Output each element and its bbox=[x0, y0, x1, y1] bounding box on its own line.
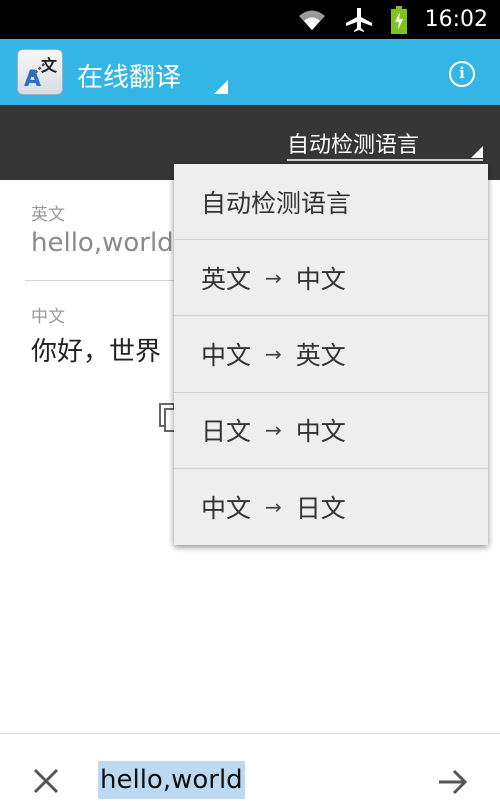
to-language: 中文 bbox=[295, 264, 346, 294]
dropdown-item-zh-en[interactable]: 中文 → 英文 bbox=[174, 316, 488, 393]
arrow-right-icon: → bbox=[265, 341, 282, 366]
clock: 16:02 bbox=[424, 7, 488, 32]
source-text: hello,world bbox=[31, 228, 174, 258]
from-language: 中文 bbox=[201, 340, 252, 370]
airplane-icon bbox=[345, 7, 372, 32]
info-icon[interactable]: i bbox=[449, 61, 475, 87]
dropdown-item-zh-ja[interactable]: 中文 → 日文 bbox=[174, 469, 488, 545]
text-input[interactable]: hello,world bbox=[98, 761, 245, 799]
source-language-label: 英文 bbox=[31, 205, 65, 225]
action-bar bbox=[0, 39, 500, 105]
dropdown-item-en-zh[interactable]: 英文 → 中文 bbox=[174, 240, 488, 317]
close-icon[interactable] bbox=[32, 767, 60, 795]
from-language: 中文 bbox=[201, 493, 252, 523]
translate-app-icon[interactable]: 文 A bbox=[17, 49, 63, 95]
to-language: 日文 bbox=[295, 493, 346, 523]
battery-charging-icon bbox=[390, 5, 407, 34]
translated-text: 你好，世界 bbox=[31, 337, 162, 367]
title-dropdown-caret-icon[interactable] bbox=[214, 80, 228, 94]
dropdown-item-label: 自动检测语言 bbox=[201, 188, 352, 218]
spinner-underline bbox=[287, 159, 483, 161]
target-language-label: 中文 bbox=[31, 307, 65, 327]
arrow-right-icon: → bbox=[265, 265, 282, 290]
to-language: 中文 bbox=[295, 417, 346, 447]
language-dropdown-menu: 自动检测语言 英文 → 中文 中文 → 英文 日文 → 中文 中文 → 日文 bbox=[174, 164, 488, 545]
to-language: 英文 bbox=[295, 340, 346, 370]
arrow-right-icon: → bbox=[265, 418, 282, 443]
app-title[interactable]: 在线翻译 bbox=[77, 57, 181, 94]
from-language: 日文 bbox=[201, 417, 252, 447]
language-spinner[interactable]: 自动检测语言 bbox=[287, 127, 419, 159]
arrow-right-icon[interactable] bbox=[437, 768, 469, 796]
input-bar-divider bbox=[0, 733, 500, 734]
dropdown-item-ja-zh[interactable]: 日文 → 中文 bbox=[174, 393, 488, 469]
wifi-icon bbox=[298, 10, 325, 30]
status-bar: 16:02 bbox=[0, 0, 500, 39]
dropdown-item-auto-detect[interactable]: 自动检测语言 bbox=[174, 164, 488, 241]
from-language: 英文 bbox=[201, 264, 252, 294]
spinner-caret-icon[interactable] bbox=[471, 146, 483, 158]
arrow-right-icon: → bbox=[265, 494, 282, 519]
divider bbox=[25, 280, 185, 281]
